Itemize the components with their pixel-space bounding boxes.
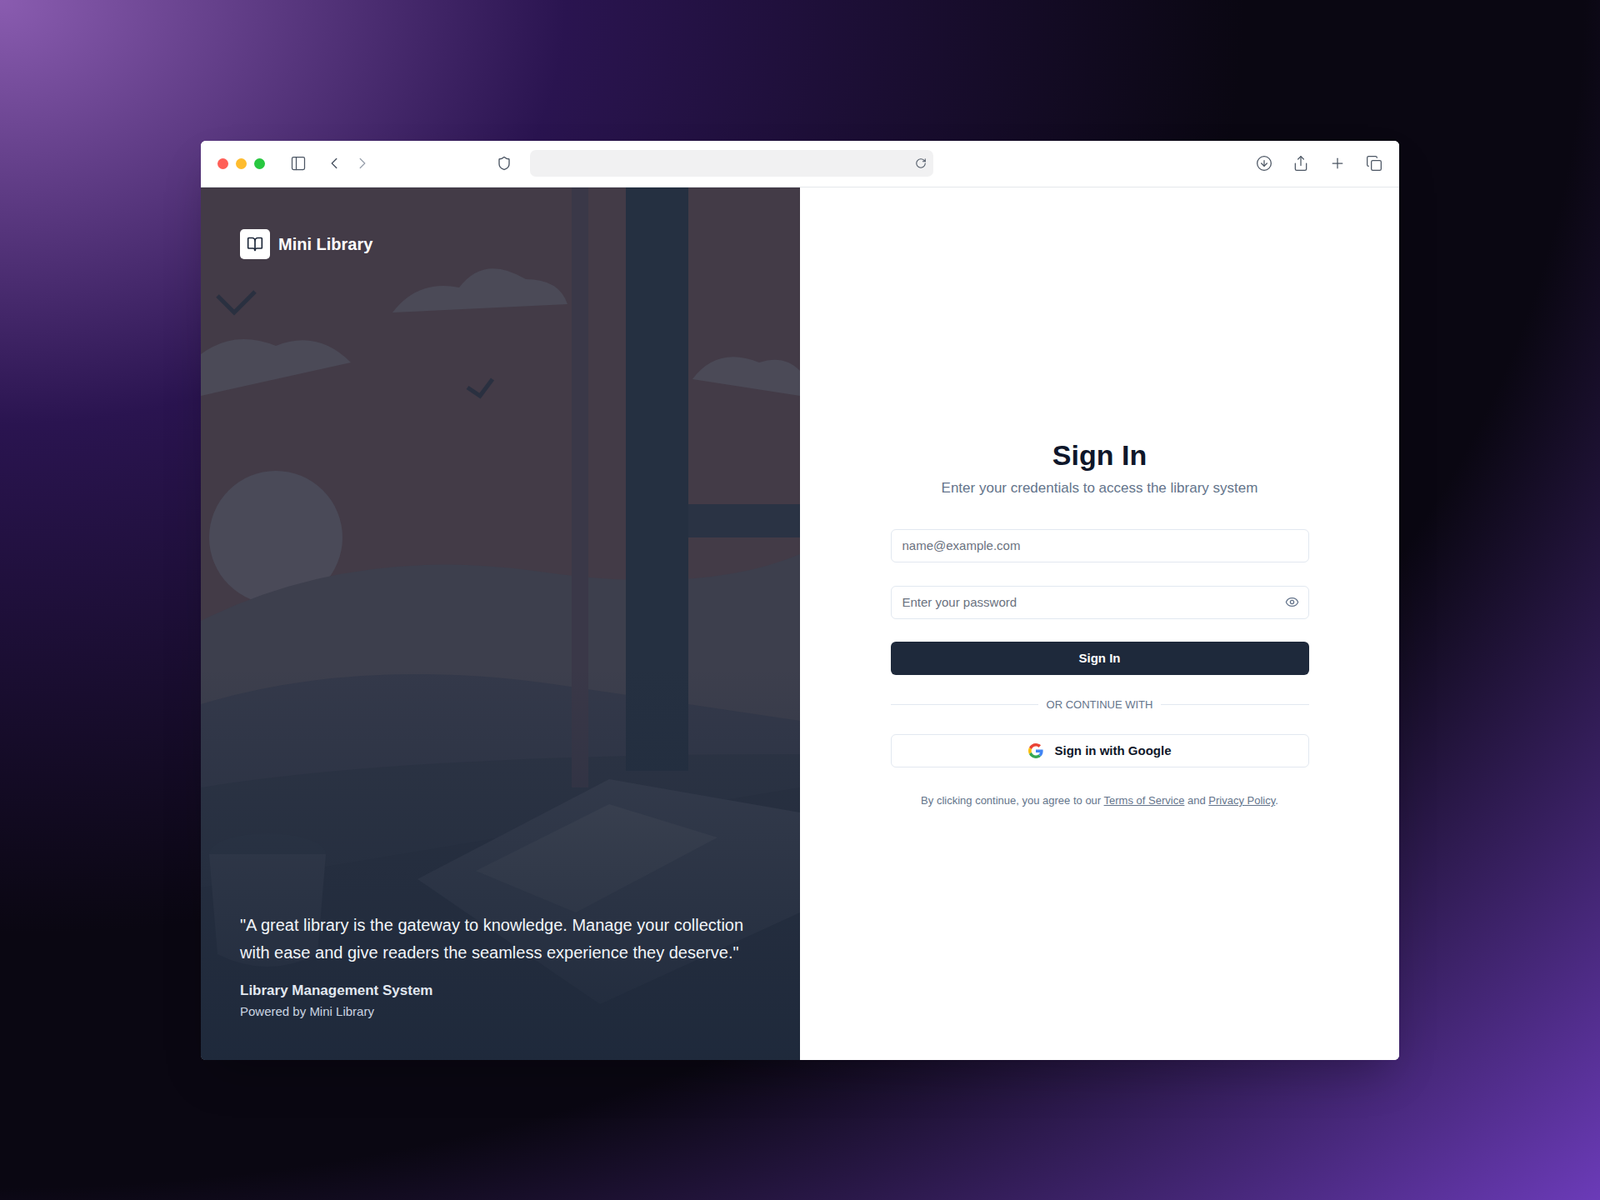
divider-label: OR CONTINUE WITH	[1046, 696, 1154, 714]
hero-panel: Mini Library "A great library is the gate…	[200, 187, 800, 1060]
terms-link[interactable]: Terms of Service	[1104, 794, 1185, 807]
quote-block: "A great library is the gateway to knowl…	[240, 911, 761, 1022]
desktop: Mini Library "A great library is the gate…	[0, 0, 1600, 1200]
zoom-button[interactable]	[254, 158, 265, 170]
show-password-icon[interactable]	[1285, 595, 1300, 610]
brand-name: Mini Library	[278, 231, 373, 257]
back-icon[interactable]	[325, 154, 344, 173]
google-signin-button[interactable]: Sign in with Google	[890, 734, 1310, 768]
password-input[interactable]	[890, 585, 1310, 620]
signin-title: Sign In	[890, 437, 1310, 473]
brand-logo	[240, 229, 270, 260]
share-icon[interactable]	[1292, 155, 1310, 172]
sidebar-icon[interactable]	[290, 155, 307, 172]
privacy-link[interactable]: Privacy Policy	[1208, 794, 1275, 807]
browser-toolbar	[200, 140, 1400, 188]
privacy-shield-icon[interactable]	[496, 155, 512, 171]
address-bar[interactable]	[530, 150, 934, 177]
window-controls	[217, 158, 265, 170]
new-tab-icon[interactable]	[1329, 155, 1346, 172]
tabs-overview-icon[interactable]	[1365, 155, 1383, 172]
signin-form: Sign In Enter your credentials to access …	[890, 437, 1310, 810]
password-field	[890, 585, 1310, 620]
divider: OR CONTINUE WITH	[890, 696, 1310, 714]
google-icon	[1028, 743, 1044, 759]
minimize-button[interactable]	[235, 158, 247, 170]
quote-title: Library Management System	[240, 980, 761, 1002]
quote-text: "A great library is the gateway to knowl…	[240, 911, 761, 967]
book-icon	[246, 235, 264, 253]
signin-button[interactable]: Sign In	[890, 641, 1310, 675]
page: Mini Library "A great library is the gate…	[200, 187, 1400, 1060]
forward-icon[interactable]	[353, 154, 372, 173]
close-button[interactable]	[217, 158, 229, 170]
terms-text: By clicking continue, you agree to our T…	[890, 792, 1310, 810]
quote-subtitle: Powered by Mini Library	[240, 1002, 761, 1022]
signin-subtitle: Enter your credentials to access the lib…	[890, 477, 1310, 500]
email-input[interactable]	[890, 529, 1310, 563]
download-icon[interactable]	[1255, 155, 1273, 172]
reload-icon[interactable]	[915, 157, 927, 170]
brand[interactable]: Mini Library	[240, 229, 761, 260]
browser-window: Mini Library "A great library is the gate…	[200, 140, 1400, 1060]
signin-panel: Sign In Enter your credentials to access …	[800, 187, 1400, 1060]
